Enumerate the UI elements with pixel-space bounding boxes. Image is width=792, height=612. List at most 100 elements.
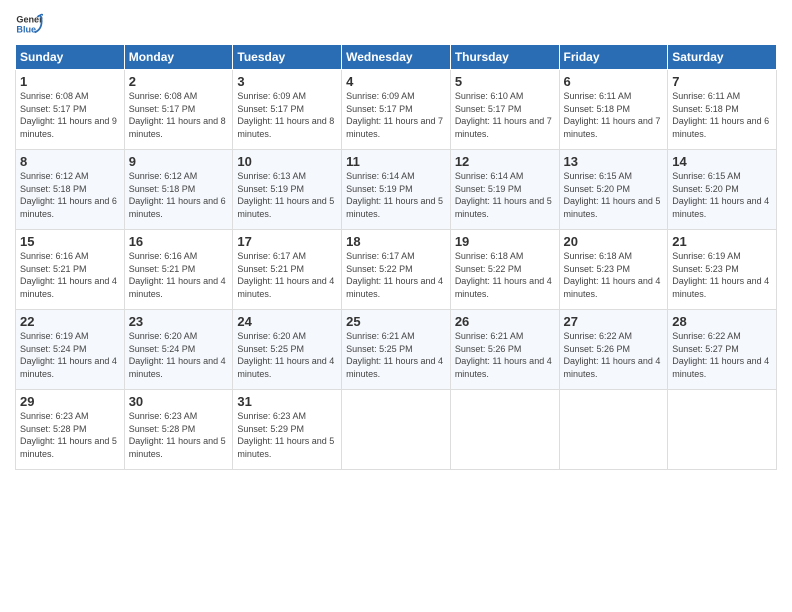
calendar-body: 1 Sunrise: 6:08 AM Sunset: 5:17 PM Dayli… (16, 70, 777, 470)
day-number: 25 (346, 314, 446, 329)
calendar-cell: 13 Sunrise: 6:15 AM Sunset: 5:20 PM Dayl… (559, 150, 668, 230)
calendar-cell: 31 Sunrise: 6:23 AM Sunset: 5:29 PM Dayl… (233, 390, 342, 470)
day-number: 8 (20, 154, 120, 169)
day-number: 28 (672, 314, 772, 329)
day-detail: Sunrise: 6:22 AM Sunset: 5:26 PM Dayligh… (564, 330, 664, 380)
calendar-cell (559, 390, 668, 470)
calendar-cell: 20 Sunrise: 6:18 AM Sunset: 5:23 PM Dayl… (559, 230, 668, 310)
day-detail: Sunrise: 6:18 AM Sunset: 5:23 PM Dayligh… (564, 250, 664, 300)
calendar-cell: 3 Sunrise: 6:09 AM Sunset: 5:17 PM Dayli… (233, 70, 342, 150)
calendar-cell: 17 Sunrise: 6:17 AM Sunset: 5:21 PM Dayl… (233, 230, 342, 310)
day-number: 4 (346, 74, 446, 89)
calendar-cell (342, 390, 451, 470)
day-detail: Sunrise: 6:21 AM Sunset: 5:26 PM Dayligh… (455, 330, 555, 380)
calendar-cell: 23 Sunrise: 6:20 AM Sunset: 5:24 PM Dayl… (124, 310, 233, 390)
day-detail: Sunrise: 6:16 AM Sunset: 5:21 PM Dayligh… (129, 250, 229, 300)
logo-icon: General Blue (15, 10, 43, 38)
calendar-cell: 8 Sunrise: 6:12 AM Sunset: 5:18 PM Dayli… (16, 150, 125, 230)
day-detail: Sunrise: 6:08 AM Sunset: 5:17 PM Dayligh… (129, 90, 229, 140)
day-number: 22 (20, 314, 120, 329)
day-number: 7 (672, 74, 772, 89)
day-detail: Sunrise: 6:17 AM Sunset: 5:21 PM Dayligh… (237, 250, 337, 300)
day-number: 15 (20, 234, 120, 249)
day-number: 29 (20, 394, 120, 409)
calendar-week-row: 1 Sunrise: 6:08 AM Sunset: 5:17 PM Dayli… (16, 70, 777, 150)
calendar-cell: 18 Sunrise: 6:17 AM Sunset: 5:22 PM Dayl… (342, 230, 451, 310)
page: General Blue SundayMondayTuesdayWednesda… (0, 0, 792, 612)
calendar-cell: 15 Sunrise: 6:16 AM Sunset: 5:21 PM Dayl… (16, 230, 125, 310)
calendar-cell: 4 Sunrise: 6:09 AM Sunset: 5:17 PM Dayli… (342, 70, 451, 150)
calendar-header-cell: Monday (124, 45, 233, 70)
calendar-header-cell: Sunday (16, 45, 125, 70)
day-number: 18 (346, 234, 446, 249)
day-number: 24 (237, 314, 337, 329)
calendar-cell: 5 Sunrise: 6:10 AM Sunset: 5:17 PM Dayli… (450, 70, 559, 150)
day-number: 13 (564, 154, 664, 169)
svg-text:Blue: Blue (16, 24, 36, 34)
calendar-week-row: 22 Sunrise: 6:19 AM Sunset: 5:24 PM Dayl… (16, 310, 777, 390)
day-detail: Sunrise: 6:23 AM Sunset: 5:28 PM Dayligh… (129, 410, 229, 460)
day-detail: Sunrise: 6:14 AM Sunset: 5:19 PM Dayligh… (455, 170, 555, 220)
day-detail: Sunrise: 6:08 AM Sunset: 5:17 PM Dayligh… (20, 90, 120, 140)
day-detail: Sunrise: 6:20 AM Sunset: 5:25 PM Dayligh… (237, 330, 337, 380)
calendar-cell: 16 Sunrise: 6:16 AM Sunset: 5:21 PM Dayl… (124, 230, 233, 310)
calendar-cell: 27 Sunrise: 6:22 AM Sunset: 5:26 PM Dayl… (559, 310, 668, 390)
day-number: 17 (237, 234, 337, 249)
calendar-week-row: 15 Sunrise: 6:16 AM Sunset: 5:21 PM Dayl… (16, 230, 777, 310)
day-number: 31 (237, 394, 337, 409)
calendar-cell: 29 Sunrise: 6:23 AM Sunset: 5:28 PM Dayl… (16, 390, 125, 470)
logo: General Blue (15, 10, 47, 38)
day-number: 3 (237, 74, 337, 89)
calendar-cell: 9 Sunrise: 6:12 AM Sunset: 5:18 PM Dayli… (124, 150, 233, 230)
day-number: 12 (455, 154, 555, 169)
day-number: 2 (129, 74, 229, 89)
day-detail: Sunrise: 6:09 AM Sunset: 5:17 PM Dayligh… (237, 90, 337, 140)
calendar-header-cell: Wednesday (342, 45, 451, 70)
day-detail: Sunrise: 6:19 AM Sunset: 5:23 PM Dayligh… (672, 250, 772, 300)
day-detail: Sunrise: 6:15 AM Sunset: 5:20 PM Dayligh… (564, 170, 664, 220)
day-number: 9 (129, 154, 229, 169)
calendar-cell: 19 Sunrise: 6:18 AM Sunset: 5:22 PM Dayl… (450, 230, 559, 310)
calendar-header-cell: Friday (559, 45, 668, 70)
day-number: 23 (129, 314, 229, 329)
day-detail: Sunrise: 6:23 AM Sunset: 5:28 PM Dayligh… (20, 410, 120, 460)
day-number: 11 (346, 154, 446, 169)
day-detail: Sunrise: 6:10 AM Sunset: 5:17 PM Dayligh… (455, 90, 555, 140)
day-detail: Sunrise: 6:21 AM Sunset: 5:25 PM Dayligh… (346, 330, 446, 380)
calendar-header-cell: Thursday (450, 45, 559, 70)
calendar-cell: 28 Sunrise: 6:22 AM Sunset: 5:27 PM Dayl… (668, 310, 777, 390)
calendar-header-cell: Tuesday (233, 45, 342, 70)
day-number: 27 (564, 314, 664, 329)
calendar-cell: 12 Sunrise: 6:14 AM Sunset: 5:19 PM Dayl… (450, 150, 559, 230)
day-detail: Sunrise: 6:20 AM Sunset: 5:24 PM Dayligh… (129, 330, 229, 380)
day-detail: Sunrise: 6:11 AM Sunset: 5:18 PM Dayligh… (564, 90, 664, 140)
calendar-cell: 22 Sunrise: 6:19 AM Sunset: 5:24 PM Dayl… (16, 310, 125, 390)
calendar-cell: 26 Sunrise: 6:21 AM Sunset: 5:26 PM Dayl… (450, 310, 559, 390)
day-number: 30 (129, 394, 229, 409)
day-detail: Sunrise: 6:11 AM Sunset: 5:18 PM Dayligh… (672, 90, 772, 140)
calendar-cell: 10 Sunrise: 6:13 AM Sunset: 5:19 PM Dayl… (233, 150, 342, 230)
day-number: 10 (237, 154, 337, 169)
calendar-cell: 24 Sunrise: 6:20 AM Sunset: 5:25 PM Dayl… (233, 310, 342, 390)
calendar-cell: 21 Sunrise: 6:19 AM Sunset: 5:23 PM Dayl… (668, 230, 777, 310)
day-detail: Sunrise: 6:15 AM Sunset: 5:20 PM Dayligh… (672, 170, 772, 220)
day-detail: Sunrise: 6:12 AM Sunset: 5:18 PM Dayligh… (129, 170, 229, 220)
calendar-cell (668, 390, 777, 470)
calendar-week-row: 29 Sunrise: 6:23 AM Sunset: 5:28 PM Dayl… (16, 390, 777, 470)
calendar-cell: 7 Sunrise: 6:11 AM Sunset: 5:18 PM Dayli… (668, 70, 777, 150)
header: General Blue (15, 10, 777, 38)
day-number: 20 (564, 234, 664, 249)
day-number: 19 (455, 234, 555, 249)
day-number: 14 (672, 154, 772, 169)
day-number: 21 (672, 234, 772, 249)
calendar-cell: 6 Sunrise: 6:11 AM Sunset: 5:18 PM Dayli… (559, 70, 668, 150)
calendar-week-row: 8 Sunrise: 6:12 AM Sunset: 5:18 PM Dayli… (16, 150, 777, 230)
day-number: 1 (20, 74, 120, 89)
calendar: SundayMondayTuesdayWednesdayThursdayFrid… (15, 44, 777, 470)
calendar-cell (450, 390, 559, 470)
calendar-cell: 1 Sunrise: 6:08 AM Sunset: 5:17 PM Dayli… (16, 70, 125, 150)
calendar-header-row: SundayMondayTuesdayWednesdayThursdayFrid… (16, 45, 777, 70)
day-detail: Sunrise: 6:09 AM Sunset: 5:17 PM Dayligh… (346, 90, 446, 140)
calendar-cell: 11 Sunrise: 6:14 AM Sunset: 5:19 PM Dayl… (342, 150, 451, 230)
day-detail: Sunrise: 6:19 AM Sunset: 5:24 PM Dayligh… (20, 330, 120, 380)
